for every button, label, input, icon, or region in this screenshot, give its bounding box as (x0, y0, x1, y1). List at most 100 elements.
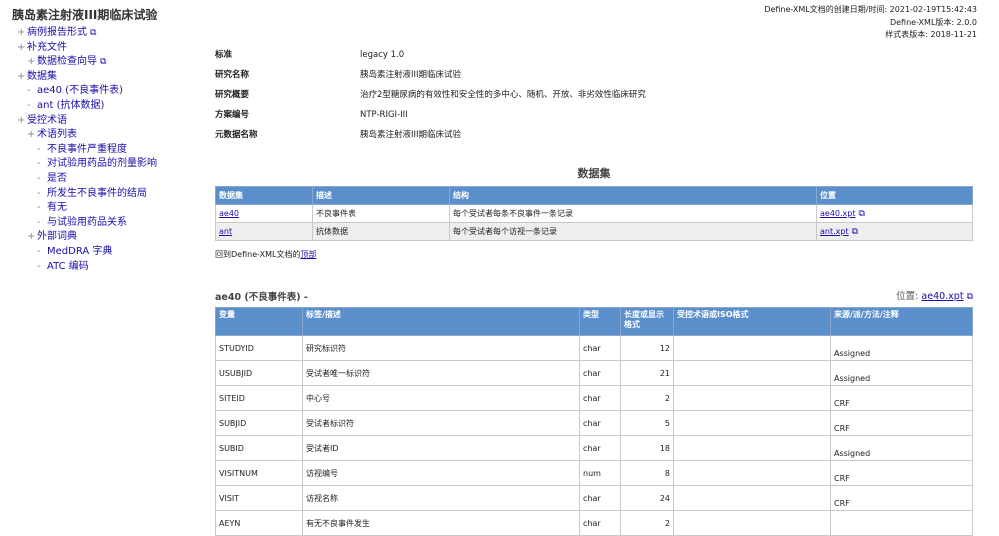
dataset-description: 不良事件表 (312, 204, 450, 223)
tree-marker: - (37, 216, 41, 228)
length-cell: 2 (620, 385, 674, 411)
label-cell: 中心号 (302, 385, 580, 411)
sidebar-item-label: MedDRA 字典 (47, 245, 113, 257)
sidebar-item-label: 外部词典 (37, 231, 77, 243)
sidebar-item[interactable]: + 数据集 (0, 70, 205, 85)
dataset-location-cell: ae40.xpt ⧉ (816, 204, 973, 223)
col-controlled-terms: 受控术语或ISO格式 (673, 307, 831, 336)
tree-marker: - (37, 172, 41, 184)
back-to-top-prefix: 回到Define-XML文档的 (215, 250, 301, 259)
sidebar-item-label: 病例报告形式 (27, 27, 87, 38)
tree-marker: - (37, 158, 41, 170)
controlled-terms-cell (673, 360, 831, 386)
sidebar-item-label: 与试验用药品关系 (47, 216, 127, 228)
tree-marker: - (37, 187, 41, 199)
back-to-top-link[interactable]: 顶部 (300, 250, 316, 259)
col-location: 位置 (816, 186, 973, 205)
col-type: 类型 (579, 307, 621, 336)
tree-marker: + (17, 27, 26, 38)
label-cell: 受试者唯一标识符 (302, 360, 580, 386)
length-cell: 8 (620, 460, 674, 486)
col-structure: 结构 (449, 186, 817, 205)
sidebar-item[interactable]: - ae40 (不良事件表) (0, 84, 205, 99)
variable-cell: AEYN (215, 510, 303, 536)
source-cell: CRF (830, 460, 973, 486)
sidebar-item-label: 数据集 (27, 70, 57, 82)
dataset-description: 抗体数据 (312, 222, 450, 241)
type-cell: char (579, 410, 621, 436)
tree-marker: - (27, 85, 31, 97)
sidebar-item[interactable]: - 所发生不良事件的结局 (0, 187, 205, 202)
study-info-value: NTP-RIGI-III (360, 110, 408, 120)
tree-marker: - (27, 99, 31, 111)
label-cell: 访视编号 (302, 460, 580, 486)
back-to-top: 回到Define-XML文档的顶部 (215, 249, 316, 260)
sidebar-item[interactable]: - ATC 编码 (0, 260, 205, 275)
label-cell: 研究标识符 (302, 335, 580, 361)
study-info-value: 治疗2型糖尿病的有效性和安全性的多中心、随机、开放、非劣效性临床研究 (360, 90, 646, 100)
tree-marker: - (37, 260, 41, 272)
dataset-link[interactable]: ant (219, 227, 232, 236)
label-cell: 受试者标识符 (302, 410, 580, 436)
sidebar-item[interactable]: + 受控术语 (0, 114, 205, 129)
label-cell: 有无不良事件发生 (302, 510, 580, 536)
sidebar-item[interactable]: + 病例报告形式 ⧉ (0, 26, 205, 41)
ae40-location-link[interactable]: ae40.xpt (921, 291, 963, 302)
sidebar-item[interactable]: + 术语列表 (0, 128, 205, 143)
study-info-key: 方案编号 (215, 110, 250, 120)
length-cell: 12 (620, 335, 674, 361)
sidebar-item[interactable]: + 补充文件 (0, 41, 205, 56)
source-cell: Assigned (830, 335, 973, 361)
type-cell: char (579, 385, 621, 411)
variable-cell: SUBJID (215, 410, 303, 436)
datasets-heading: 数据集 (577, 167, 611, 180)
table-row: ant 抗体数据 每个受试者每个访视一条记录 ant.xpt ⧉ (215, 222, 973, 241)
sidebar-item-label: ATC 编码 (47, 260, 89, 272)
sidebar-item[interactable]: - ant (抗体数据) (0, 99, 205, 114)
variable-cell: USUBJID (215, 360, 303, 386)
sidebar-item[interactable]: - 是否 (0, 172, 205, 187)
sidebar-item[interactable]: - MedDRA 字典 (0, 245, 205, 260)
tree-marker: - (37, 245, 41, 257)
tree-marker: - (37, 202, 41, 214)
controlled-terms-cell (673, 435, 831, 461)
sidebar-item[interactable]: - 对试验用药品的剂量影响 (0, 157, 205, 172)
length-cell: 21 (620, 360, 674, 386)
tree-marker: + (27, 56, 36, 68)
tree-marker: + (27, 129, 36, 141)
external-link-icon: ⧉ (858, 208, 865, 219)
ae40-location-label: 位置: (896, 291, 919, 302)
type-cell: char (579, 335, 621, 361)
external-link-icon: ⧉ (100, 57, 107, 68)
dataset-location-link[interactable]: ant.xpt (820, 227, 849, 236)
dataset-link[interactable]: ae40 (219, 209, 239, 218)
source-cell: CRF (830, 385, 973, 411)
sidebar-item-label: 对试验用药品的剂量影响 (47, 158, 157, 170)
table-row: STUDYID 研究标识符 char 12 Assigned (215, 335, 973, 361)
sidebar-item-label: 有无 (47, 202, 67, 214)
col-variable: 变量 (215, 307, 303, 336)
dataset-name-cell: ant (215, 222, 313, 241)
length-cell: 2 (620, 510, 674, 536)
sidebar-item[interactable]: - 有无 (0, 201, 205, 216)
tree-marker: - (37, 143, 41, 155)
source-cell: Assigned (830, 435, 973, 461)
study-info-key: 研究概要 (215, 90, 250, 100)
type-cell: char (579, 360, 621, 386)
study-info-key: 研究名称 (215, 70, 250, 80)
col-description: 描述 (312, 186, 450, 205)
col-label: 标签/描述 (302, 307, 580, 336)
dataset-name-cell: ae40 (215, 204, 313, 223)
source-cell: Assigned (830, 360, 973, 386)
sidebar-item[interactable]: + 数据检查向导 ⧉ (0, 55, 205, 70)
controlled-terms-cell (673, 510, 831, 536)
table-row: USUBJID 受试者唯一标识符 char 21 Assigned (215, 360, 973, 386)
sidebar-item-label: 受控术语 (27, 114, 67, 126)
sidebar-item[interactable]: - 不良事件严重程度 (0, 143, 205, 158)
dataset-structure: 每个受试者每个访视一条记录 (449, 222, 817, 241)
meta-version: Define-XML版本: 2.0.0 (889, 17, 977, 27)
dataset-location-link[interactable]: ae40.xpt (820, 209, 856, 218)
ae40-heading: ae40 (不良事件表) - (215, 292, 308, 303)
sidebar-item[interactable]: - 与试验用药品关系 (0, 216, 205, 231)
sidebar-item[interactable]: + 外部词典 (0, 230, 205, 245)
